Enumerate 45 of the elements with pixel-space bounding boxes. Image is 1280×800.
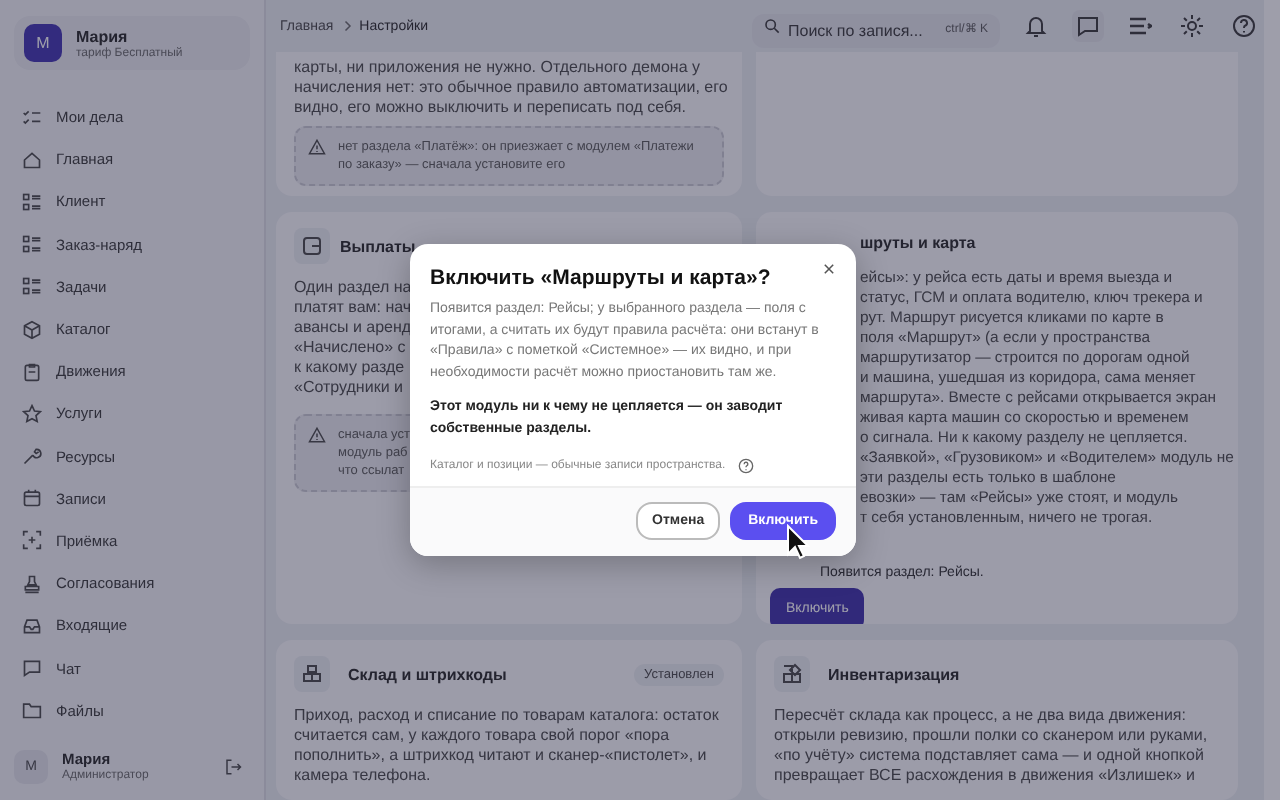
- help-icon[interactable]: [737, 458, 754, 474]
- star-icon: [22, 403, 42, 424]
- card-title: Выплаты: [340, 237, 416, 255]
- boxes-icon: [294, 656, 330, 692]
- card-title: Инвентаризация: [828, 665, 960, 683]
- card-title: шруты и карта: [860, 234, 978, 252]
- help-icon[interactable]: [1228, 10, 1260, 42]
- grid-icon: [774, 656, 810, 692]
- inbox-icon: [22, 615, 42, 636]
- card-text-line: к какому разде: [294, 358, 405, 378]
- list-icon: [22, 234, 42, 255]
- sun-icon[interactable]: [1176, 10, 1208, 42]
- card-text-line: авансы и аренд: [294, 318, 412, 338]
- card-title: Склад и штрихкоды: [348, 665, 507, 683]
- folder-icon: [22, 700, 42, 721]
- chat-icon[interactable]: [1072, 10, 1104, 42]
- list-icon: [22, 276, 42, 297]
- card-text-line: «Сотрудники и: [294, 378, 403, 398]
- calendar-icon: [22, 488, 42, 509]
- list-icon: [22, 191, 42, 212]
- logout-icon[interactable]: [224, 757, 242, 775]
- close-icon[interactable]: [822, 262, 836, 276]
- home-icon: [22, 149, 42, 170]
- stamp-icon: [22, 573, 42, 594]
- card-text-line: платят вам: нач: [294, 298, 412, 318]
- box-icon: [22, 319, 42, 340]
- card-description: Приход, расход и списание по товарам каталога: остаток считается сам, у каждого товара свой порог «пора пополнить», а штрихкод читают и сканер-«пистолет», и камера телефона.: [294, 706, 721, 786]
- chevron-icon: [341, 20, 352, 32]
- card-text-line: «Начислено» с: [294, 338, 406, 358]
- card-text-line: Один раздел на: [294, 278, 412, 298]
- card-text-line: видно, его можно выключить и переписать под себя.: [294, 98, 686, 118]
- dialog-title: Включить «Маршруты и карта»?: [430, 266, 771, 290]
- wallet-icon: [294, 228, 330, 264]
- user-name: Мария: [76, 27, 130, 45]
- card-text-line: карты, ни приложения не нужно. Отдельного демона у: [294, 58, 700, 78]
- wrench-icon: [22, 446, 42, 467]
- clipboard-icon: [22, 361, 42, 382]
- chat-icon: [22, 658, 42, 679]
- scan-icon: [22, 530, 42, 551]
- user-avatar: М: [24, 24, 62, 62]
- card-text-line: начисления нет: это обычное правило автоматизации, его: [294, 78, 728, 98]
- warning-icon: [308, 426, 326, 444]
- tasks-icon: [22, 107, 42, 128]
- warning-icon: [308, 138, 326, 156]
- card-description: Пересчёт склада как процесс, а не два вида движения: открыли ревизию, прошли полки со сканером или руками, «по учёту» система подставляет сама — и одной кнопкой превращает ВСЕ расхождения в движения «Излишек» и: [774, 706, 1210, 786]
